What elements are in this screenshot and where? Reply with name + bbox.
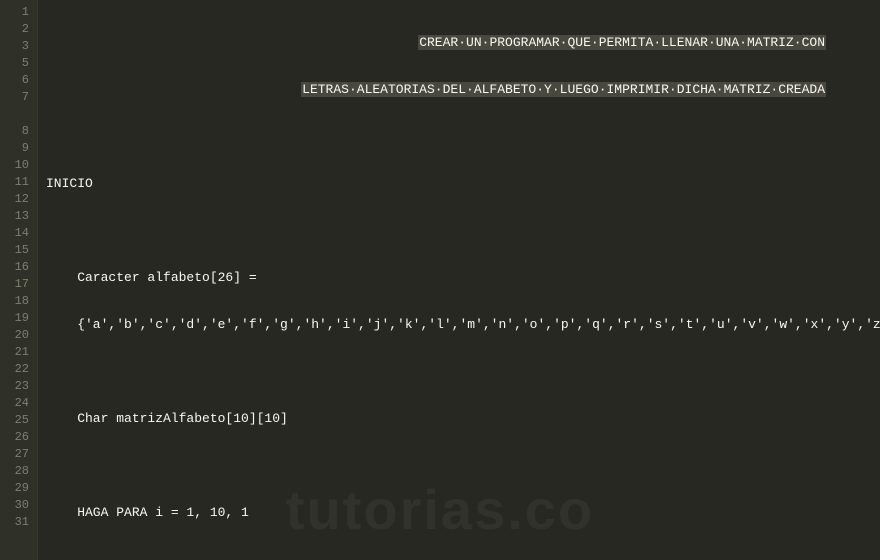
code-line <box>46 363 880 380</box>
line-number: 18 <box>0 293 37 310</box>
line-number: 12 <box>0 191 37 208</box>
code-line: Caracter alfabeto[26] = <box>46 269 880 286</box>
code-line: Char matrizAlfabeto[10][10] <box>46 410 880 427</box>
code-editor[interactable]: 1 2 3 5 6 7 8 9 10 11 12 13 14 15 16 17 … <box>0 0 880 560</box>
line-number: 13 <box>0 208 37 225</box>
line-number: 2 <box>0 21 37 38</box>
line-number: 20 <box>0 327 37 344</box>
line-number: 23 <box>0 378 37 395</box>
line-number: 11 <box>0 174 37 191</box>
line-number: 25 <box>0 412 37 429</box>
line-number: 14 <box>0 225 37 242</box>
line-number: 10 <box>0 157 37 174</box>
line-number: 8 <box>0 123 37 140</box>
line-number: 28 <box>0 463 37 480</box>
line-number: 31 <box>0 514 37 531</box>
line-number: 30 <box>0 497 37 514</box>
line-number-gutter: 1 2 3 5 6 7 8 9 10 11 12 13 14 15 16 17 … <box>0 0 38 560</box>
code-line <box>46 457 880 474</box>
line-number: 7 <box>0 89 37 106</box>
code-area[interactable]: CREAR·UN·PROGRAMAR·QUE·PERMITA·LLENAR·UN… <box>38 0 880 560</box>
line-number: 16 <box>0 259 37 276</box>
line-number: 19 <box>0 310 37 327</box>
line-number: 3 <box>0 38 37 55</box>
line-number: 21 <box>0 344 37 361</box>
code-line <box>46 222 880 239</box>
code-line: INICIO <box>46 175 880 192</box>
line-number: 27 <box>0 446 37 463</box>
line-number: 15 <box>0 242 37 259</box>
line-number <box>0 106 37 123</box>
code-line: HAGA PARA i = 1, 10, 1 <box>46 504 880 521</box>
line-number: 26 <box>0 429 37 446</box>
line-number: 29 <box>0 480 37 497</box>
line-number: 5 <box>0 55 37 72</box>
code-line <box>46 551 880 560</box>
line-number: 6 <box>0 72 37 89</box>
line-number: 1 <box>0 4 37 21</box>
code-line: LETRAS·ALEATORIAS·DEL·ALFABETO·Y·LUEGO·I… <box>46 81 880 98</box>
code-line: {'a','b','c','d','e','f','g','h','i','j'… <box>46 316 880 333</box>
code-line <box>46 128 880 145</box>
code-line: CREAR·UN·PROGRAMAR·QUE·PERMITA·LLENAR·UN… <box>46 34 880 51</box>
line-number: 9 <box>0 140 37 157</box>
line-number: 22 <box>0 361 37 378</box>
line-number: 24 <box>0 395 37 412</box>
line-number: 17 <box>0 276 37 293</box>
